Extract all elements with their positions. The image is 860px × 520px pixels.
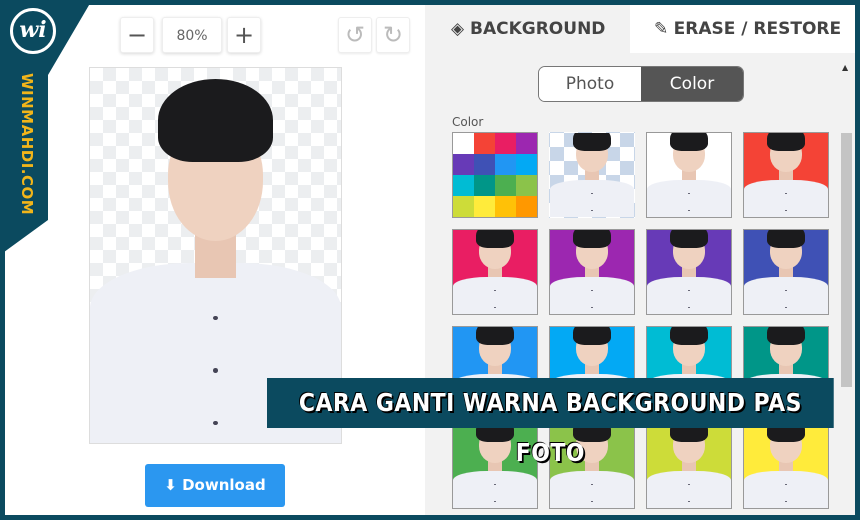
- mode-toggle: Photo Color: [538, 66, 744, 102]
- portrait-thumbnail: [647, 230, 731, 314]
- background-swatch[interactable]: [743, 132, 829, 218]
- brand-name: WINMAHDI.COM: [18, 72, 36, 216]
- palette-color[interactable]: [453, 175, 474, 196]
- custom-color-picker[interactable]: [452, 132, 538, 218]
- scroll-up-icon[interactable]: ▲: [842, 63, 848, 72]
- palette-color[interactable]: [474, 154, 495, 175]
- palette-color[interactable]: [495, 175, 516, 196]
- download-icon: ⬇: [164, 476, 183, 494]
- zoom-in-button[interactable]: +: [227, 17, 261, 53]
- portrait-thumbnail: [744, 424, 828, 508]
- palette-color[interactable]: [453, 133, 474, 154]
- palette-color[interactable]: [474, 133, 495, 154]
- brand-logo: wi: [10, 8, 56, 54]
- tab-label: BACKGROUND: [470, 19, 606, 39]
- tab-label: ERASE / RESTORE: [673, 19, 842, 39]
- background-swatch[interactable]: [646, 423, 732, 509]
- palette-color[interactable]: [495, 154, 516, 175]
- portrait-thumbnail: [647, 424, 731, 508]
- color-section-label: Color: [452, 115, 484, 129]
- zoom-level: 80%: [162, 17, 222, 53]
- background-swatch[interactable]: [646, 132, 732, 218]
- portrait-thumbnail: [744, 133, 828, 217]
- undo-button[interactable]: ↺: [338, 17, 372, 53]
- portrait-thumbnail: [453, 230, 537, 314]
- palette-color[interactable]: [474, 196, 495, 217]
- palette-color[interactable]: [516, 133, 537, 154]
- mode-color[interactable]: Color: [641, 67, 743, 101]
- scrollbar-thumb[interactable]: [841, 133, 852, 387]
- portrait-thumbnail: [550, 133, 634, 217]
- palette-color[interactable]: [474, 175, 495, 196]
- portrait-thumbnail: [550, 230, 634, 314]
- title-banner: CARA GANTI WARNA BACKGROUND PAS FOTO: [267, 378, 834, 467]
- download-button[interactable]: ⬇ Download: [145, 464, 285, 507]
- background-swatch[interactable]: [549, 132, 635, 218]
- background-panel: ◈ BACKGROUND ✎ ERASE / RESTORE Photo Col…: [425, 5, 855, 515]
- background-swatch[interactable]: [646, 229, 732, 315]
- mode-photo[interactable]: Photo: [539, 67, 641, 101]
- layers-icon: ◈: [451, 19, 470, 39]
- tab-erase-restore[interactable]: ✎ ERASE / RESTORE: [630, 5, 855, 53]
- palette-color[interactable]: [516, 154, 537, 175]
- palette-color[interactable]: [495, 196, 516, 217]
- background-swatch[interactable]: [743, 423, 829, 509]
- palette-color[interactable]: [516, 175, 537, 196]
- editor-panel: − 80% + ↺ ↻ ⬇ Download: [5, 5, 425, 515]
- background-swatch[interactable]: [452, 229, 538, 315]
- palette-color[interactable]: [516, 196, 537, 217]
- palette-color[interactable]: [453, 196, 474, 217]
- download-label: Download: [182, 476, 266, 494]
- brush-icon: ✎: [654, 19, 674, 39]
- zoom-out-button[interactable]: −: [120, 17, 154, 53]
- palette-color[interactable]: [495, 133, 516, 154]
- redo-button[interactable]: ↻: [376, 17, 410, 53]
- tab-background[interactable]: ◈ BACKGROUND: [425, 5, 630, 53]
- portrait-thumbnail: [647, 133, 731, 217]
- portrait-thumbnail: [744, 230, 828, 314]
- background-swatch[interactable]: [549, 229, 635, 315]
- color-swatch-grid: [452, 132, 829, 509]
- palette-color[interactable]: [453, 154, 474, 175]
- background-swatch[interactable]: [743, 229, 829, 315]
